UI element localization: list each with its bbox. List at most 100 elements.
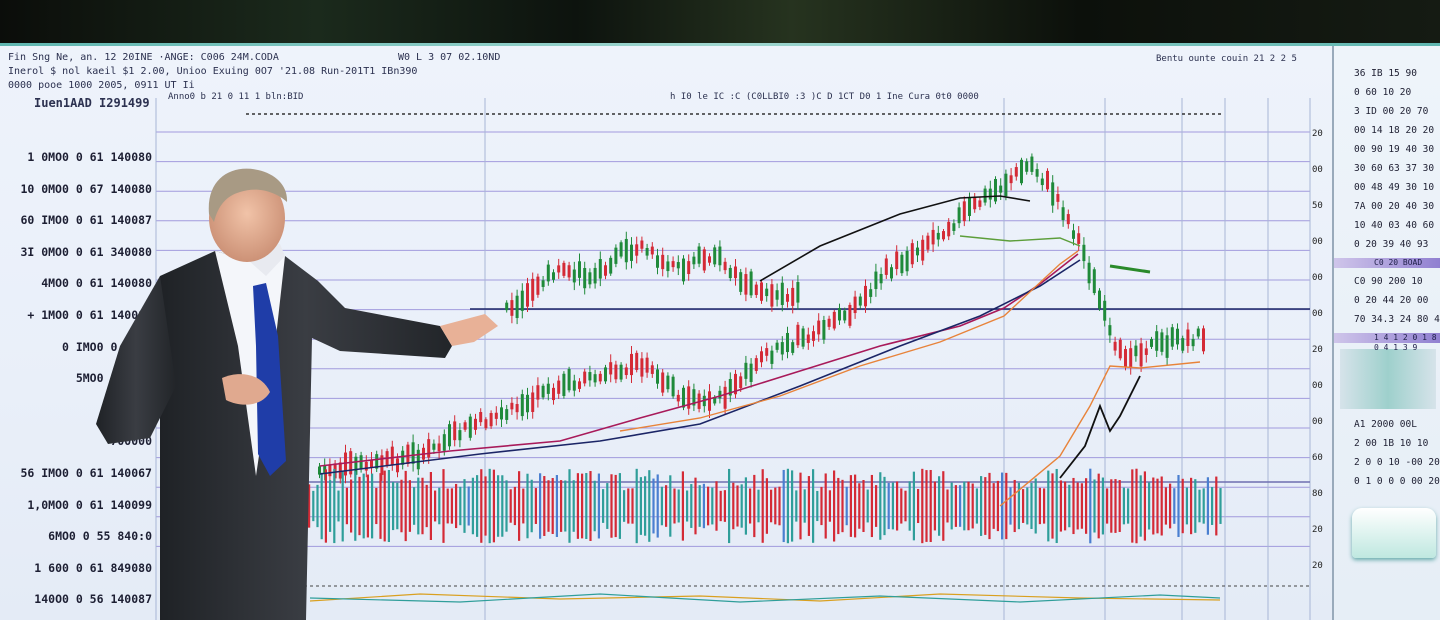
candle-body [520,290,524,311]
candle-body [718,390,722,399]
volume-bar [967,481,970,531]
candle-body [1103,300,1107,321]
volume-bar [1122,487,1125,525]
volume-bar [593,480,596,532]
candle-body [401,450,405,465]
candle-body [614,247,618,264]
candle-body [448,424,451,447]
candle-body [848,304,852,326]
candle-body [640,358,644,377]
volume-bar [723,490,726,522]
volume-bar [812,469,815,543]
candle-body [775,342,779,350]
volume-bar [904,490,907,522]
candle-body [604,367,607,382]
candle-body [344,452,347,476]
candle-body [765,348,769,356]
candle-body [578,261,581,278]
candle-body [1030,156,1034,172]
candle-body [406,444,410,464]
volume-bar [702,483,705,529]
candle-body [796,282,800,303]
candle-body [541,385,545,398]
candle-body [578,381,581,389]
candle-body [562,262,566,276]
candle-body [510,300,514,316]
candle-body [1061,207,1065,221]
volume-bar [1152,477,1155,535]
candle-body [546,264,550,282]
candle-body [682,387,685,408]
volume-bar [959,485,962,527]
volume-bar [1089,468,1092,544]
candle-body [1124,349,1127,368]
volume-bar [950,482,953,530]
candle-body [942,231,945,240]
volume-bar [375,487,378,525]
candle-body [552,387,555,401]
candle-body [952,223,956,231]
volume-bar [1139,475,1142,537]
candle-body [786,332,789,353]
candle-body [1170,327,1174,347]
candle-body [676,262,680,269]
candle-body [978,200,982,207]
candle-body [500,407,503,420]
candle-body [494,412,498,419]
candle-body [390,446,394,465]
candle-body [1181,338,1185,351]
volume-bar [1198,489,1201,523]
candlestick-chart: 20 00 50 00 00 00 20 00 00 60 80 20 20 [96,98,1323,620]
volume-bar [539,473,542,539]
volume-bar [1030,483,1033,529]
candle-body [770,350,774,364]
volume-bar [1101,477,1104,535]
price-axis-right-label: 20 [1312,525,1323,535]
candle-body [1155,331,1159,351]
candle-body [760,282,763,301]
candle-body [567,265,571,278]
volume-bar [807,476,810,536]
volume-bar [1080,483,1083,529]
volume-bar [1194,479,1197,533]
volume-bar [761,469,764,543]
candle-body [921,239,925,261]
candle-body [666,261,670,272]
volume-bar [366,474,369,538]
candle-body [328,465,332,477]
volume-bar [639,477,642,535]
volume-bar [581,473,584,539]
volume-bar [585,473,588,539]
volume-bar [1190,477,1193,535]
candle-body [760,351,763,363]
candle-body [817,320,821,335]
candle-body [962,201,966,222]
candle-body [609,362,613,375]
volume-bar [820,486,823,526]
candle-body [463,422,467,430]
candle-body [442,434,446,451]
candle-body [1202,328,1205,352]
candle-body [765,288,769,297]
volume-bar [879,472,882,540]
volume-bar [421,477,424,535]
volume-bars [308,468,1222,544]
candle-body [791,287,795,306]
volume-bar [467,486,470,526]
candle-body [562,373,566,396]
candle-body [1077,233,1081,244]
volume-bar [799,472,802,540]
candle-body [1020,159,1023,184]
candle-body [999,185,1003,193]
volume-bar [501,475,504,537]
volume-bar [921,468,924,544]
volume-bar [400,479,403,533]
candle-body [884,258,888,275]
volume-bar [455,483,458,529]
candle-body [645,357,649,373]
volume-bar [371,473,374,539]
candle-body [1144,348,1148,355]
volume-bar [610,474,613,538]
candle-body [812,331,815,341]
volume-bar [518,471,521,541]
